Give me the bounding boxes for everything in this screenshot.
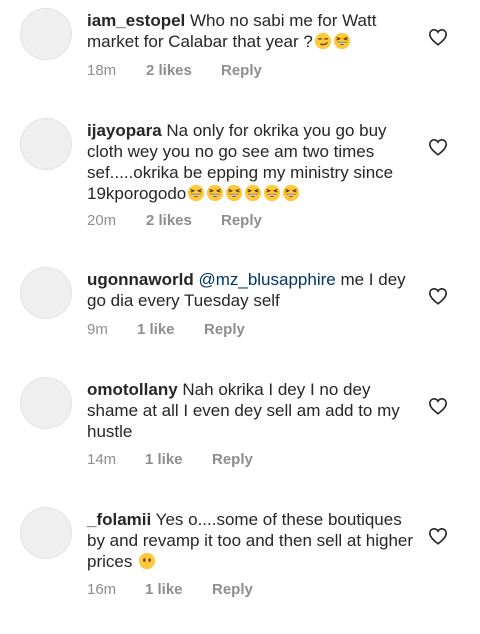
heart-outline-icon[interactable] [428,527,448,545]
comment-time: 20m [87,212,117,229]
comment-username[interactable]: ugonnaworld [87,270,194,289]
comment-item: iam_estopel Who no sabi me for Watt mark… [0,0,480,110]
avatar[interactable] [20,267,72,319]
comment-username[interactable]: ijayopara [87,121,162,140]
comment-username[interactable]: omotollany [87,380,178,399]
comment-likes[interactable]: 1 like [145,451,212,468]
grinning-squint-face-emoji [224,184,243,203]
heart-outline-icon[interactable] [428,28,448,46]
avatar[interactable] [20,377,72,429]
grinning-squint-face-emoji [205,184,224,203]
comment-item: omotollany Nah okrika I dey I no dey sha… [0,365,480,495]
comment-item: _folamii Yes o....some of these boutique… [0,495,480,634]
smirk-face-emoji [313,32,332,51]
comment-likes[interactable]: 2 likes [146,62,221,79]
comment-time: 14m [87,451,117,468]
comment-body: omotollany Nah okrika I dey I no dey sha… [87,379,417,442]
comment-item: ijayopara Na only for okrika you go buy … [0,110,480,255]
comment-meta: 20m 2 likes Reply [87,212,262,229]
comment-body: iam_estopel Who no sabi me for Watt mark… [87,10,417,52]
comment-meta: 16m 1 like Reply [87,581,253,598]
comment-time: 16m [87,581,117,598]
reply-button[interactable]: Reply [212,581,253,598]
comment-username[interactable]: _folamii [87,510,151,529]
grinning-squint-face-emoji [281,184,300,203]
reply-button[interactable]: Reply [221,62,262,79]
comment-time: 9m [87,321,108,338]
reply-button[interactable]: Reply [221,212,262,229]
heart-outline-icon[interactable] [428,397,448,415]
face-without-mouth-emoji [137,552,156,571]
comment-meta: 18m 2 likes Reply [87,62,262,79]
avatar[interactable] [20,8,72,60]
comment-meta: 9m 1 like Reply [87,321,245,338]
comment-username[interactable]: iam_estopel [87,11,185,30]
comment-item: ugonnaworld @mz_blusapphire me I dey go … [0,255,480,365]
comment-body: ijayopara Na only for okrika you go buy … [87,120,417,204]
comment-body: _folamii Yes o....some of these boutique… [87,509,417,572]
comment-mention[interactable]: @mz_blusapphire [198,270,335,289]
avatar[interactable] [20,118,72,170]
heart-outline-icon[interactable] [428,287,448,305]
reply-button[interactable]: Reply [204,321,245,338]
grinning-squint-face-emoji [186,184,205,203]
grinning-squint-face-emoji [262,184,281,203]
reply-button[interactable]: Reply [212,451,253,468]
comment-likes[interactable]: 1 like [145,581,212,598]
grinning-squint-face-emoji [243,184,262,203]
comment-time: 18m [87,62,117,79]
grinning-squint-face-emoji [332,32,351,51]
avatar[interactable] [20,507,72,559]
comment-body: ugonnaworld @mz_blusapphire me I dey go … [87,269,417,311]
heart-outline-icon[interactable] [428,138,448,156]
comment-meta: 14m 1 like Reply [87,451,253,468]
comment-likes[interactable]: 2 likes [146,212,221,229]
comment-likes[interactable]: 1 like [137,321,204,338]
